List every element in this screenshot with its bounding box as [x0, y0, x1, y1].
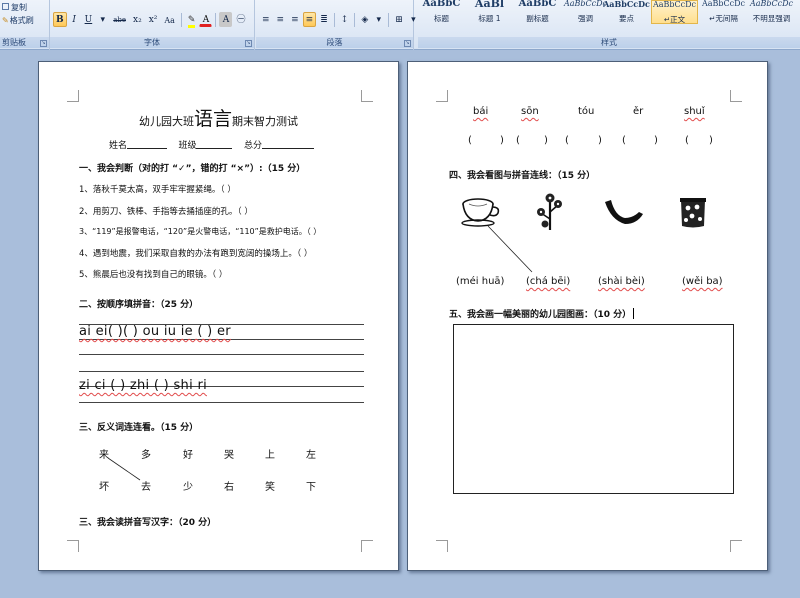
- styles-group-label: 样式: [418, 37, 800, 48]
- bold-button[interactable]: B: [53, 12, 67, 27]
- highlight-color-button[interactable]: ✎: [185, 12, 199, 28]
- highlighter-icon: ✎: [187, 15, 196, 28]
- font-group: B I U ▾ abe x₂ x² Aa ✎ A A ㊀ 字体 ↘: [50, 0, 255, 50]
- shading-dropdown-icon[interactable]: ▾: [372, 12, 385, 27]
- section-4-heading: 三、我会读拼音写汉字：（20 分）: [79, 518, 217, 528]
- copy-button[interactable]: 复制: [2, 2, 27, 13]
- copy-icon: [2, 3, 9, 10]
- style-heading-1[interactable]: AaBl 标题 1: [466, 0, 513, 24]
- style-no-spacing[interactable]: AaBbCcDc ↵无间隔: [700, 0, 747, 24]
- document-page-1[interactable]: 幼儿园大班语言期末智力测试 姓名 班级 总分 一、我会判断（对的打 “✓”，错的…: [38, 61, 399, 571]
- separator: [354, 12, 356, 27]
- font-launcher[interactable]: ↘: [245, 40, 252, 47]
- superscript-button[interactable]: x²: [146, 12, 161, 27]
- separator: [180, 12, 182, 27]
- shading-icon[interactable]: ◈: [358, 12, 371, 27]
- text-cursor: [633, 308, 635, 319]
- style-emphasis[interactable]: AaBbCcDc 强调: [562, 0, 609, 24]
- subscript-button[interactable]: x₂: [130, 12, 145, 27]
- style-normal[interactable]: AaBbCcDc ↵正文: [651, 0, 698, 24]
- drawing-box[interactable]: [453, 324, 734, 494]
- paragraph-group: ≡ ≡ ≡ ≡ ≣ ↕ ◈ ▾ ⊞ ▾ 段落 ↘: [256, 0, 416, 50]
- format-painter-icon: ✎: [2, 16, 9, 25]
- pinyin-label-shaibei: (shài bèi): [598, 276, 645, 287]
- style-strong[interactable]: AaBbCcDc 要点: [603, 0, 650, 24]
- align-center-icon[interactable]: ≡: [274, 12, 288, 27]
- separator: [388, 12, 390, 27]
- italic-button[interactable]: I: [68, 12, 81, 27]
- paragraph-group-label: 段落: [256, 37, 413, 48]
- borders-icon[interactable]: ⊞: [392, 12, 406, 27]
- distributed-icon[interactable]: ≣: [317, 12, 331, 27]
- font-color-button[interactable]: A: [199, 12, 213, 27]
- align-left-icon[interactable]: ≡: [259, 12, 273, 27]
- style-title[interactable]: AaBbC 标题: [418, 0, 465, 24]
- underline-button[interactable]: U: [82, 12, 96, 27]
- align-right-icon[interactable]: ≡: [288, 12, 302, 27]
- section-5-heading: 五、我会画一幅美丽的幼儿园图画：（10 分）: [449, 307, 635, 320]
- ribbon: 复制 ✎格式刷 剪贴板 ↘ B I U ▾ abe x₂ x² Aa ✎ A A…: [0, 0, 800, 50]
- antonym-connect-line: [107, 457, 141, 481]
- char-shading-button[interactable]: A: [219, 12, 233, 27]
- line-spacing-icon[interactable]: ↕: [338, 12, 352, 27]
- clipboard-group: 复制 ✎格式刷 剪贴板 ↘: [0, 0, 50, 50]
- style-subtle-emphasis[interactable]: AaBbCcDc 不明显强调: [748, 0, 795, 24]
- separator: [333, 12, 335, 27]
- strikethrough-button[interactable]: abe: [110, 12, 129, 27]
- styles-gallery: AaBbC 标题 AaBl 标题 1 AaBbC 副标题 AaBbCcDc 强调…: [418, 0, 800, 50]
- format-painter-button[interactable]: ✎格式刷: [2, 15, 34, 26]
- clipboard-launcher[interactable]: ↘: [40, 40, 47, 47]
- enclose-char-button[interactable]: ㊀: [233, 12, 248, 27]
- style-subtitle[interactable]: AaBbC 副标题: [514, 0, 561, 24]
- change-case-button[interactable]: Aa: [161, 12, 178, 27]
- underline-dropdown-icon[interactable]: ▾: [96, 12, 109, 27]
- pinyin-label-weiba: (wěi ba): [682, 276, 723, 287]
- paragraph-launcher[interactable]: ↘: [404, 40, 411, 47]
- separator: [215, 12, 217, 27]
- justify-icon[interactable]: ≡: [302, 12, 317, 27]
- pinyin-label-chabei: (chá bēi): [526, 276, 571, 287]
- font-group-label: 字体: [50, 37, 254, 48]
- document-page-2[interactable]: bái sōn tóu ěr shuǐ ( ) ( ) ( ) ( ) ( ) …: [407, 61, 768, 571]
- pinyin-label-meihua: (méi huā): [456, 276, 505, 287]
